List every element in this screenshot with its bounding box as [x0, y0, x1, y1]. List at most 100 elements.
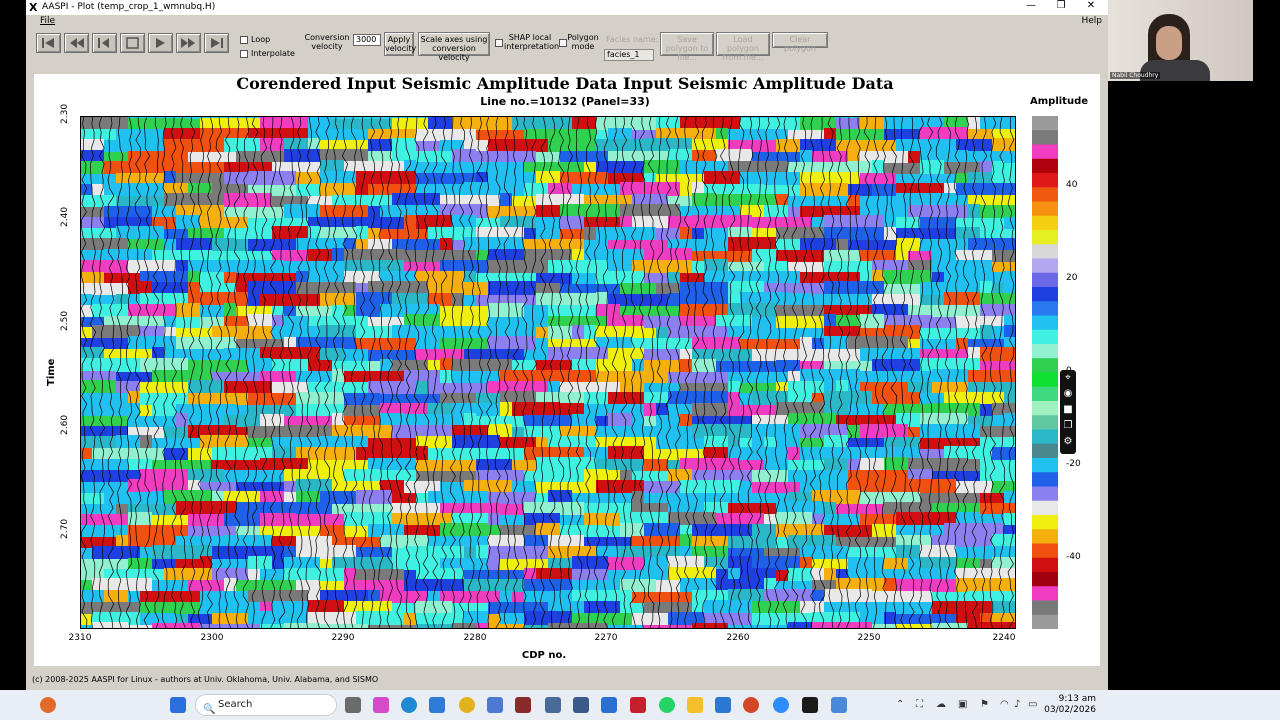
amplitude-cell — [656, 556, 668, 571]
close-button[interactable]: ✕ — [1076, 0, 1106, 11]
whatsapp-icon[interactable] — [659, 697, 675, 713]
apply-velocity-button[interactable]: Apply velocity — [384, 32, 416, 56]
load-polygon-button[interactable]: Load polygon from file... — [716, 32, 770, 62]
scale-axes-button[interactable]: Scale axes using conversion velocity — [418, 32, 490, 62]
colorbar-swatch — [1032, 600, 1058, 616]
last-frame-button[interactable] — [204, 33, 229, 53]
amplitude-cell — [332, 248, 344, 263]
colorbar-swatch — [1032, 215, 1058, 231]
app-icon[interactable] — [545, 697, 561, 713]
camera-icon[interactable]: ◉ — [1060, 386, 1076, 402]
velocity-input[interactable]: 3000 — [353, 34, 381, 46]
app-icon[interactable] — [630, 697, 646, 713]
amplitude-cell — [980, 347, 1016, 362]
app-icon[interactable] — [601, 697, 617, 713]
x-tick: 2250 — [857, 633, 881, 643]
amplitude-cell — [956, 578, 1016, 593]
task-view-icon[interactable] — [345, 697, 361, 713]
amplitude-cell — [608, 413, 632, 428]
shap-checkbox-box[interactable] — [495, 39, 503, 47]
x11-logo-icon: X — [29, 1, 38, 14]
chevron-up-icon[interactable]: ⌃ — [896, 699, 904, 710]
amplitude-cell — [452, 149, 476, 164]
amplitude-cell — [896, 545, 920, 560]
store-icon[interactable] — [487, 697, 503, 713]
clear-polygon-button[interactable]: Clear polygon — [772, 32, 828, 53]
first-frame-button[interactable] — [36, 33, 61, 53]
amplitude-cell — [992, 447, 1016, 462]
amplitude-cell — [896, 238, 920, 253]
fast-forward-button[interactable] — [176, 33, 201, 53]
app-icon[interactable] — [515, 697, 531, 713]
copy-icon[interactable]: ❐ — [1060, 418, 1076, 434]
colorbar-tick: -20 — [1066, 459, 1081, 469]
widgets-icon[interactable] — [40, 697, 56, 713]
taskbar-clock[interactable]: 9:13 am 03/02/2026 — [1040, 694, 1096, 716]
play-button[interactable] — [148, 33, 173, 53]
loop-checkbox[interactable]: Loop — [240, 35, 270, 44]
colorbar-swatch — [1032, 301, 1058, 317]
app-icon[interactable] — [831, 697, 847, 713]
x-tick: 2260 — [726, 633, 750, 643]
video-icon[interactable]: ■ — [1060, 402, 1076, 418]
amplitude-cell — [860, 314, 884, 329]
amplitude-cell — [392, 325, 416, 340]
loop-checkbox-box[interactable] — [240, 35, 248, 44]
powerpoint-icon[interactable] — [743, 697, 759, 713]
colorbar-swatch — [1032, 515, 1058, 530]
zoom-icon[interactable] — [773, 697, 789, 713]
stop-button[interactable] — [120, 33, 145, 53]
toolbar: Loop Interpolate Conversion velocity 300… — [26, 29, 1108, 67]
chrome-icon[interactable] — [459, 697, 475, 713]
mail-icon[interactable] — [429, 697, 445, 713]
tray-icon[interactable]: ⛶ — [916, 699, 923, 710]
amplitude-cell — [92, 622, 128, 629]
colorbar-swatch — [1032, 401, 1058, 416]
amplitude-cell — [176, 215, 200, 230]
tray-icon[interactable]: ⚑ — [980, 699, 989, 710]
taskbar: 🔍 Search ⌃ ⛶ ☁ ▣ ⚑ ◠ ♪ ▭ 9:13 am 03/02/20… — [0, 690, 1280, 720]
amplitude-cell — [356, 447, 368, 462]
menu-help[interactable]: Help — [1081, 16, 1102, 26]
maximize-button[interactable]: ❐ — [1046, 0, 1076, 11]
copilot-icon[interactable] — [373, 697, 389, 713]
x-tick: 2240 — [992, 633, 1016, 643]
capture-toolstrip: ⌖ ◉ ■ ❐ ⚙ — [1060, 370, 1076, 454]
taskbar-search[interactable]: 🔍 Search — [195, 694, 337, 716]
colorbar-swatch — [1032, 429, 1058, 445]
amplitude-cell — [824, 336, 848, 351]
app-icon[interactable] — [573, 697, 589, 713]
start-icon[interactable] — [170, 697, 186, 713]
seismic-section-image[interactable] — [80, 116, 1016, 629]
outlook-icon[interactable] — [715, 697, 731, 713]
colorbar-swatch — [1032, 458, 1058, 473]
minimize-button[interactable]: — — [1016, 0, 1046, 11]
facies-name-input[interactable]: facies_1 — [604, 49, 654, 61]
cloud-icon[interactable]: ☁ — [936, 699, 946, 710]
facies-name-label: Facies name: — [606, 35, 659, 44]
tray-icon[interactable]: ▣ — [958, 699, 967, 710]
colorbar-swatch — [1032, 244, 1058, 260]
interpolate-checkbox-box[interactable] — [240, 49, 248, 58]
interpolate-checkbox[interactable]: Interpolate — [240, 49, 295, 58]
x-server-icon[interactable] — [802, 697, 818, 713]
save-polygon-button[interactable]: Save polygon to file... — [660, 32, 714, 62]
file-explorer-icon[interactable] — [687, 697, 703, 713]
x-tick: 2300 — [200, 633, 224, 643]
shap-checkbox[interactable] — [495, 39, 503, 47]
volume-icon[interactable]: ♪ — [1014, 699, 1020, 710]
edge-icon[interactable] — [401, 697, 417, 713]
battery-icon[interactable]: ▭ — [1028, 699, 1037, 710]
rewind-button[interactable] — [64, 33, 89, 53]
colorbar-swatch — [1032, 144, 1058, 160]
step-back-button[interactable] — [92, 33, 117, 53]
plot-panel: Corendered Input Seismic Amplitude Data … — [34, 74, 1100, 666]
wifi-icon[interactable]: ◠ — [1000, 699, 1009, 710]
plot-subtitle: Line no.=10132 (Panel=33) — [480, 95, 650, 108]
amplitude-cell — [332, 369, 344, 384]
colorbar-swatch — [1032, 329, 1058, 345]
settings-icon[interactable]: ⚙ — [1060, 434, 1076, 450]
menu-file[interactable]: File — [40, 16, 55, 26]
pin-icon[interactable]: ⌖ — [1060, 370, 1076, 386]
colorbar-swatch — [1032, 529, 1058, 545]
